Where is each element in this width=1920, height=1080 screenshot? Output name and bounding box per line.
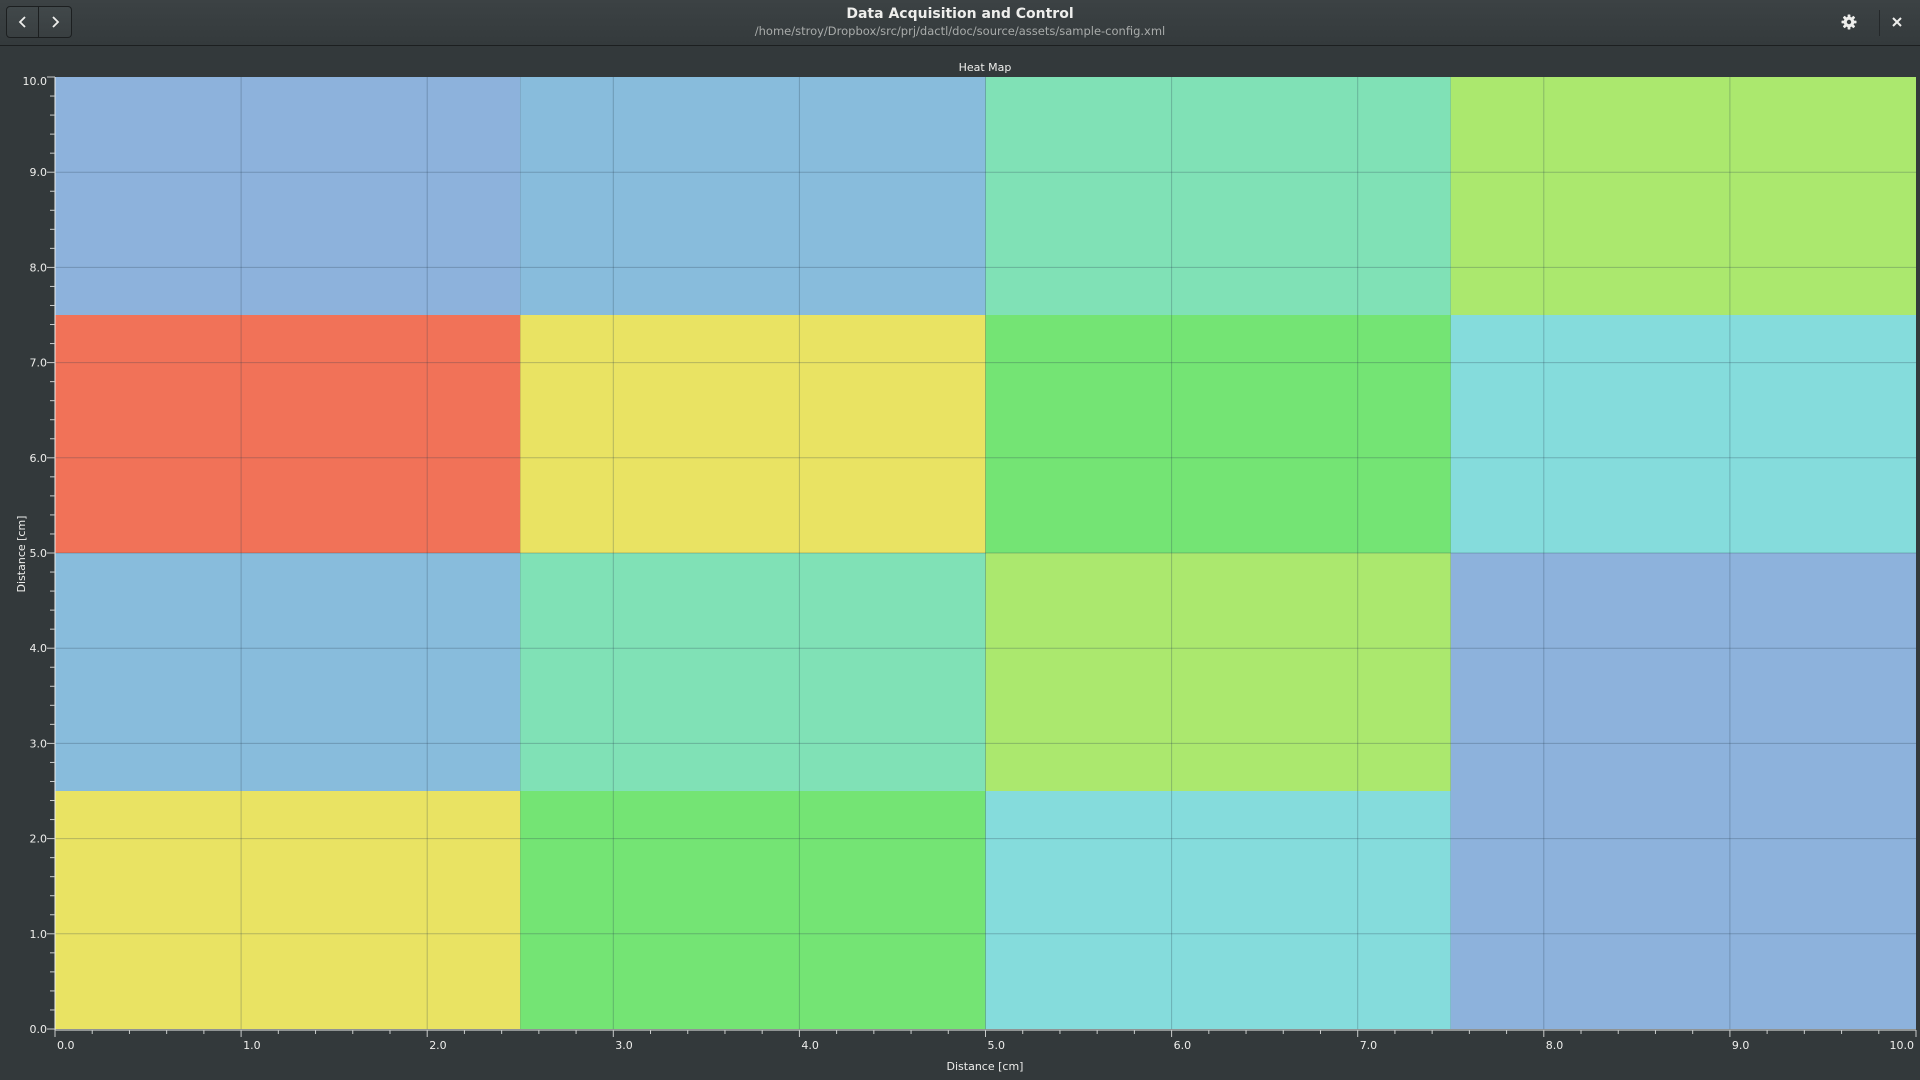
- close-button[interactable]: [1882, 8, 1912, 36]
- y-tick-label: 1.0: [30, 928, 48, 941]
- chart-title: Heat Map: [959, 61, 1012, 74]
- x-tick-label: 10.0: [1890, 1039, 1915, 1052]
- title-block: Data Acquisition and Control /home/stroy…: [0, 6, 1920, 39]
- x-tick-label: 6.0: [1174, 1039, 1192, 1052]
- heatmap-cell: [55, 553, 521, 791]
- x-tick-label: 9.0: [1732, 1039, 1750, 1052]
- x-tick-label: 5.0: [988, 1039, 1006, 1052]
- y-tick-label: 6.0: [30, 452, 48, 465]
- header-bar: Data Acquisition and Control /home/stroy…: [0, 0, 1920, 46]
- y-tick-label: 4.0: [30, 642, 48, 655]
- close-icon: [1892, 17, 1902, 27]
- y-tick-label: 10.0: [23, 75, 48, 88]
- x-tick-label: 3.0: [615, 1039, 633, 1052]
- x-axis-label: Distance [cm]: [947, 1060, 1024, 1073]
- heatmap-cell: [55, 791, 521, 1029]
- heatmap-cell: [520, 315, 986, 553]
- y-tick-label: 2.0: [30, 833, 48, 846]
- x-tick-label: 2.0: [429, 1039, 447, 1052]
- heatmap-cell: [1450, 553, 1916, 791]
- heatmap-cell: [520, 553, 986, 791]
- heatmap-cell: [1450, 315, 1916, 553]
- heatmap-cell: [985, 315, 1451, 553]
- heatmap-cell: [985, 791, 1451, 1029]
- heatmap-cell: [1450, 77, 1916, 315]
- x-tick-label: 1.0: [243, 1039, 261, 1052]
- gear-icon: [1841, 14, 1857, 30]
- y-tick-label: 0.0: [30, 1023, 48, 1036]
- y-tick-label: 3.0: [30, 737, 48, 750]
- y-tick-label: 5.0: [30, 547, 48, 560]
- header-separator: [1879, 10, 1880, 36]
- heatmap-cell: [520, 77, 986, 315]
- x-tick-label: 7.0: [1360, 1039, 1378, 1052]
- heat-map-chart: 0.0 1.0 2.0 3.0 4.0 5.0 6.0 7.0 8.0 9.0 10.0 0.0 1.0…: [15, 61, 1917, 1073]
- window-title: Data Acquisition and Control: [846, 6, 1074, 22]
- heatmap-cell: [985, 77, 1451, 315]
- heatmap-cell: [55, 77, 521, 315]
- x-tick-label: 4.0: [801, 1039, 819, 1052]
- x-tick-label: 0.0: [57, 1039, 75, 1052]
- y-tick-label: 7.0: [30, 357, 48, 370]
- window-subtitle: /home/stroy/Dropbox/src/prj/dactl/doc/so…: [754, 24, 1166, 38]
- settings-button[interactable]: [1835, 8, 1863, 36]
- y-axis-label: Distance [cm]: [15, 516, 28, 593]
- heatmap-cell: [1450, 791, 1916, 1029]
- heatmap-cell: [55, 315, 521, 553]
- y-tick-label: 9.0: [30, 166, 48, 179]
- y-tick-label: 8.0: [30, 261, 48, 274]
- x-tick-label: 8.0: [1546, 1039, 1564, 1052]
- heatmap-cell: [985, 553, 1451, 791]
- heatmap-cell: [520, 791, 986, 1029]
